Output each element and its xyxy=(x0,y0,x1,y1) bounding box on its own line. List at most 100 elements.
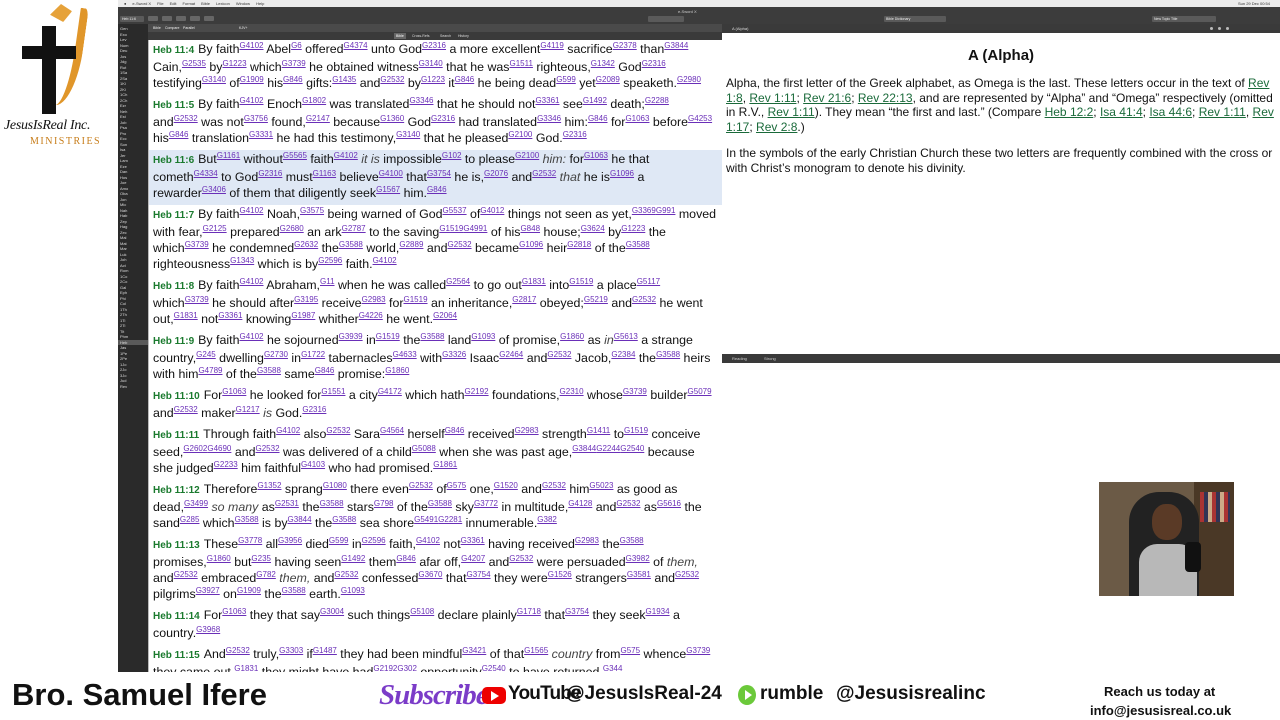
strong-number-link[interactable]: G2532 xyxy=(675,570,699,579)
strong-number-link[interactable]: G3939 xyxy=(339,332,363,341)
strong-number-link[interactable]: G1519 xyxy=(569,277,593,286)
strong-number-link[interactable]: G2064 xyxy=(433,311,457,320)
strong-number-link[interactable]: G2316 xyxy=(563,130,587,139)
strong-number-link[interactable]: G3588 xyxy=(235,515,259,524)
share-icon[interactable] xyxy=(1226,27,1229,30)
strong-number-link[interactable]: G102 xyxy=(442,151,462,160)
strong-number-link[interactable]: G3140 xyxy=(202,75,226,84)
strong-number-link[interactable]: G3588 xyxy=(428,499,452,508)
strong-number-link[interactable]: G3346 xyxy=(409,96,433,105)
verse[interactable]: Heb 11:12 ThereforeG1352 sprangG1080 ther… xyxy=(149,480,722,535)
strong-number-link[interactable]: G2980 xyxy=(677,75,701,84)
verse-reference[interactable]: Heb 11:14 xyxy=(153,611,200,622)
strong-number-link[interactable]: G3927 xyxy=(196,586,220,595)
strong-number-link[interactable]: G3982 xyxy=(626,554,650,563)
strong-number-link[interactable]: G2564 xyxy=(446,277,470,286)
strong-number-link[interactable]: G1223 xyxy=(223,59,247,68)
strong-number-link[interactable]: G1163 xyxy=(313,169,336,178)
strong-number-link[interactable]: G3624 xyxy=(581,224,605,233)
strong-number-link[interactable]: G4119 xyxy=(540,41,563,50)
subtab-history[interactable]: History xyxy=(456,33,471,39)
strong-number-link[interactable]: G1223 xyxy=(421,75,445,84)
strong-number-link[interactable]: G1567 xyxy=(376,185,400,194)
menu-item[interactable]: Lexicon xyxy=(216,1,230,6)
strong-number-link[interactable]: G1223 xyxy=(621,224,645,233)
verse-reference[interactable]: Heb 11:8 xyxy=(153,281,194,292)
strong-number-link[interactable]: G575 xyxy=(621,646,641,655)
strong-number-link[interactable]: G344 xyxy=(603,664,623,672)
verse-reference[interactable]: Heb 11:5 xyxy=(153,100,194,111)
strong-number-link[interactable]: G5088 xyxy=(412,444,436,453)
strong-number-link[interactable]: G5616 xyxy=(657,499,681,508)
apple-icon[interactable]: ● xyxy=(124,1,126,6)
subtab-bible[interactable]: Bible xyxy=(394,33,406,39)
strong-number-link[interactable]: G2532 xyxy=(532,169,556,178)
scripture-link[interactable]: Isa 44:6 xyxy=(1149,105,1192,119)
strong-number-link[interactable]: G4102 xyxy=(239,206,263,215)
strong-number-link[interactable]: G1987 xyxy=(291,311,315,320)
strong-number-link[interactable]: G2316 xyxy=(642,59,666,68)
verse-reference[interactable]: Heb 11:9 xyxy=(153,336,194,347)
strong-number-link[interactable]: G2532 xyxy=(542,481,566,490)
strong-number-link[interactable]: G4374 xyxy=(344,41,368,50)
scripture-link[interactable]: Rev 1:11 xyxy=(749,91,796,105)
strong-number-link[interactable]: G3844 xyxy=(572,444,596,453)
strong-number-link[interactable]: G3739 xyxy=(686,646,710,655)
strong-number-link[interactable]: G3844 xyxy=(288,515,312,524)
strong-number-link[interactable]: G599 xyxy=(329,536,349,545)
strong-number-link[interactable]: G846 xyxy=(169,130,189,139)
verse[interactable]: Heb 11:8 By faithG4102 Abraham,G11 when h… xyxy=(149,276,722,331)
strong-number-link[interactable]: G2596 xyxy=(362,536,386,545)
strong-number-link[interactable]: G2378 xyxy=(613,41,637,50)
strong-number-link[interactable]: G5079 xyxy=(688,387,712,396)
strong-number-link[interactable]: G2532 xyxy=(256,444,280,453)
verse-reference[interactable]: Heb 11:12 xyxy=(153,485,200,496)
strong-number-link[interactable]: G1063 xyxy=(584,151,608,160)
strong-number-link[interactable]: G3140 xyxy=(419,59,443,68)
strong-number-link[interactable]: G4102 xyxy=(239,41,263,50)
strong-number-link[interactable]: G2818 xyxy=(567,240,591,249)
strong-number-link[interactable]: G1487 xyxy=(313,646,337,655)
strong-number-link[interactable]: G3588 xyxy=(420,332,444,341)
strong-number-link[interactable]: G3754 xyxy=(467,570,491,579)
strong-number-link[interactable]: G2281 xyxy=(438,515,462,524)
strong-number-link[interactable]: G5565 xyxy=(283,151,307,160)
strong-number-link[interactable]: G5491 xyxy=(414,515,438,524)
strong-number-link[interactable]: G3361 xyxy=(461,536,485,545)
strong-number-link[interactable]: G846 xyxy=(588,114,608,123)
strong-number-link[interactable]: G1352 xyxy=(257,481,281,490)
strong-number-link[interactable]: G1492 xyxy=(583,96,607,105)
strong-number-link[interactable]: G4102 xyxy=(239,277,263,286)
gear-icon[interactable] xyxy=(1210,27,1213,30)
verse[interactable]: Heb 11:15 AndG2532 truly,G3303 ifG1487 th… xyxy=(149,645,722,672)
strong-number-link[interactable]: G1217 xyxy=(236,405,260,414)
strong-number-link[interactable]: G991 xyxy=(656,206,676,215)
strong-number-link[interactable]: G4172 xyxy=(378,387,402,396)
strong-number-link[interactable]: G2532 xyxy=(334,570,358,579)
scripture-link[interactable]: Isa 41:4 xyxy=(1100,105,1143,119)
strong-number-link[interactable]: G2532 xyxy=(174,405,198,414)
strong-number-link[interactable]: G4100 xyxy=(379,169,403,178)
strong-number-link[interactable]: G4991 xyxy=(463,224,487,233)
strong-number-link[interactable]: G4012 xyxy=(480,206,504,215)
menu-item[interactable]: Window xyxy=(236,1,250,6)
strong-number-link[interactable]: G4103 xyxy=(301,460,325,469)
verse-reference[interactable]: Heb 11:15 xyxy=(153,650,200,661)
strong-number-link[interactable]: G1934 xyxy=(646,607,670,616)
strong-number-link[interactable]: G2532 xyxy=(174,570,198,579)
menu-item[interactable]: Bible xyxy=(201,1,210,6)
strong-number-link[interactable]: G2596 xyxy=(318,256,342,265)
strong-number-link[interactable]: G2787 xyxy=(342,224,366,233)
scripture-link[interactable]: Rev 22:13 xyxy=(858,91,913,105)
copy-button[interactable] xyxy=(190,16,200,21)
strong-number-link[interactable]: G3739 xyxy=(185,295,209,304)
back-button[interactable] xyxy=(148,16,158,21)
scripture-link[interactable]: Rev 21:6 xyxy=(803,91,851,105)
strong-number-link[interactable]: G3956 xyxy=(278,536,302,545)
strong-number-link[interactable]: G4226 xyxy=(359,311,383,320)
strong-number-link[interactable]: G2310 xyxy=(560,387,584,396)
strong-number-link[interactable]: G1909 xyxy=(240,75,264,84)
menu-item[interactable]: e-Sword X xyxy=(132,1,151,6)
strong-number-link[interactable]: G2192 xyxy=(373,664,397,672)
strong-number-link[interactable]: G2147 xyxy=(306,114,330,123)
